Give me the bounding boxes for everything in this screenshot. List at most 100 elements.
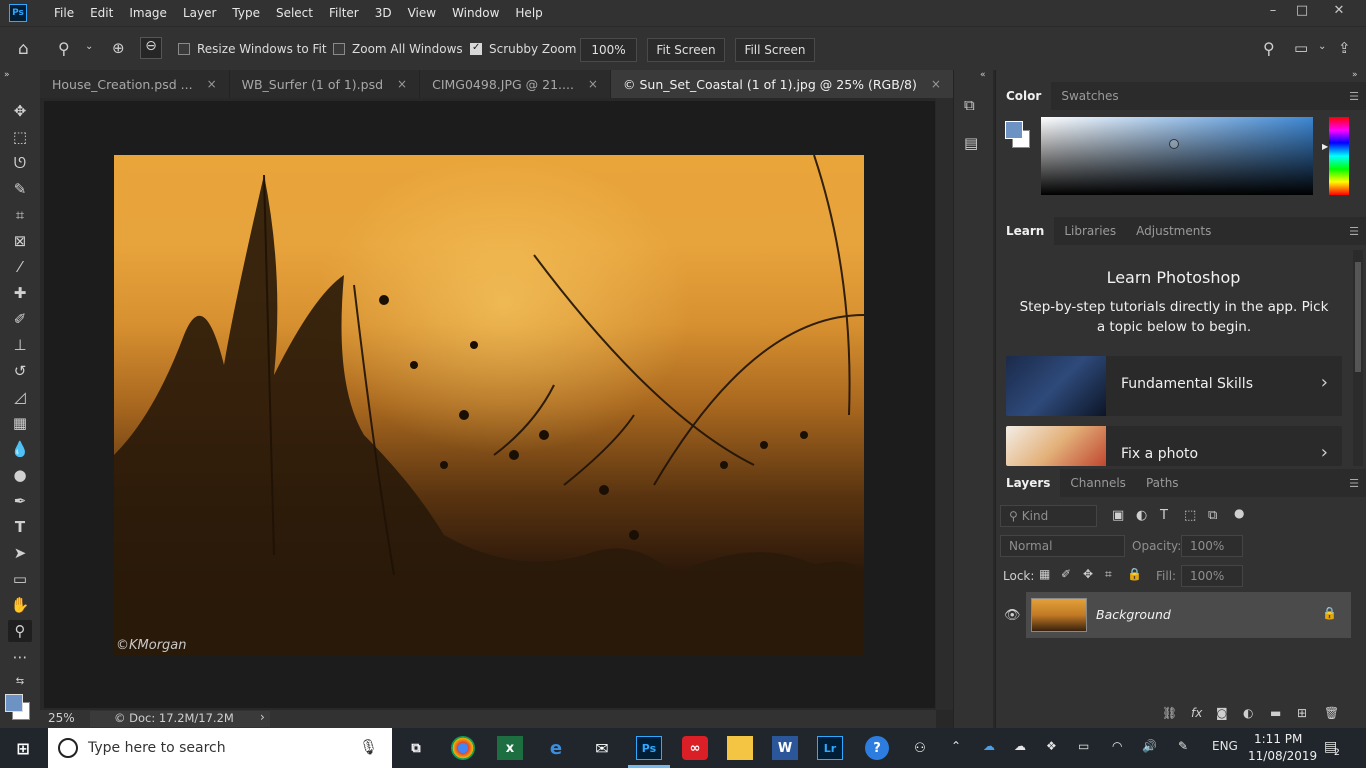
close-tab-icon[interactable]: × <box>588 77 598 91</box>
visibility-eye-icon[interactable]: 👁 <box>1004 608 1021 623</box>
filter-smart-object-icon[interactable]: ⧉ <box>1208 508 1217 523</box>
zoom-tool-icon[interactable]: ⚲ <box>8 620 32 642</box>
zoom-100-button[interactable]: 100% <box>580 38 637 62</box>
zoom-all-windows-checkbox[interactable] <box>333 43 345 55</box>
history-brush-tool-icon[interactable]: ↺ <box>8 360 32 382</box>
collapse-dock-icon[interactable]: » <box>1352 70 1358 80</box>
hand-tool-icon[interactable]: ✋ <box>8 594 32 616</box>
tab-wb-surfer[interactable]: WB_Surfer (1 of 1).psd × <box>229 70 421 98</box>
collapse-tools-icon[interactable]: » <box>4 70 10 80</box>
color-picker-field[interactable] <box>1041 117 1313 195</box>
pen-workspace-icon[interactable]: ✎ <box>1178 739 1188 753</box>
learn-scrollbar[interactable] <box>1353 250 1363 466</box>
excel-icon[interactable]: x <box>497 736 523 760</box>
close-button[interactable]: ✕ <box>1329 3 1349 18</box>
menu-image[interactable]: Image <box>121 6 175 20</box>
device-icon[interactable]: ▭ <box>1078 739 1089 753</box>
brush-tool-icon[interactable]: ✐ <box>8 308 32 330</box>
menu-layer[interactable]: Layer <box>175 6 224 20</box>
move-tool-icon[interactable]: ✥ <box>8 100 32 122</box>
menu-view[interactable]: View <box>400 6 444 20</box>
menu-window[interactable]: Window <box>444 6 507 20</box>
close-tab-icon[interactable]: × <box>397 77 407 91</box>
layer-row-background[interactable]: Background 🔒 <box>1026 592 1351 638</box>
microphone-icon[interactable]: 🎙 <box>359 738 378 756</box>
fill-field[interactable]: 100% <box>1181 565 1243 587</box>
dropbox-icon[interactable]: ❖ <box>1046 739 1057 753</box>
language-indicator[interactable]: ENG <box>1212 739 1238 753</box>
marquee-tool-icon[interactable]: ⬚ <box>8 126 32 148</box>
status-menu-arrow[interactable]: › <box>260 710 265 724</box>
lock-position-icon[interactable]: ✥ <box>1083 567 1093 581</box>
tab-cimg0498[interactable]: CIMG0498.JPG @ 21.... × <box>420 70 611 98</box>
tab-channels[interactable]: Channels <box>1060 469 1136 497</box>
minimize-button[interactable]: – <box>1263 3 1283 18</box>
rectangle-tool-icon[interactable]: ▭ <box>8 568 32 590</box>
frame-tool-icon[interactable]: ⊠ <box>8 230 32 252</box>
opacity-field[interactable]: 100% <box>1181 535 1243 557</box>
lock-all-icon[interactable]: 🔒 <box>1127 567 1142 581</box>
tray-expand-icon[interactable]: ⌃ <box>951 739 961 753</box>
tab-layers[interactable]: Layers <box>996 469 1061 497</box>
hue-slider[interactable] <box>1329 117 1349 195</box>
close-tab-icon[interactable]: × <box>931 77 941 91</box>
tab-libraries[interactable]: Libraries <box>1054 217 1126 245</box>
new-layer-icon[interactable]: ⊞ <box>1297 706 1307 720</box>
document-image[interactable]: ©KMorgan <box>114 155 864 655</box>
tab-learn[interactable]: Learn <box>996 217 1055 245</box>
lightroom-icon[interactable]: Lr <box>817 736 843 760</box>
zoom-in-icon[interactable]: ⊕ <box>112 39 125 57</box>
eyedropper-tool-icon[interactable]: ⁄ <box>8 256 32 278</box>
collapse-panels-icon[interactable]: « <box>980 70 986 80</box>
menu-filter[interactable]: Filter <box>321 6 367 20</box>
path-selection-tool-icon[interactable]: ➤ <box>8 542 32 564</box>
restore-button[interactable]: □ <box>1292 3 1312 18</box>
volume-icon[interactable]: 🔊 <box>1142 739 1157 753</box>
chrome-icon[interactable] <box>451 736 475 760</box>
tab-sun-set-coastal[interactable]: © Sun_Set_Coastal (1 of 1).jpg @ 25% (RG… <box>610 70 954 98</box>
edge-icon[interactable]: e <box>543 736 569 760</box>
zoom-out-icon[interactable]: ⊖ <box>140 37 162 59</box>
lock-artboard-icon[interactable]: ⌗ <box>1105 567 1112 582</box>
foreground-color-swatch[interactable] <box>5 694 23 712</box>
healing-brush-tool-icon[interactable]: ✚ <box>8 282 32 304</box>
workspace-icon[interactable]: ▭ <box>1294 39 1308 57</box>
panel-menu-icon[interactable]: ☰ <box>1349 90 1359 103</box>
zoom-level-field[interactable]: 25% <box>48 711 75 725</box>
share-icon[interactable]: ⇪ <box>1338 39 1351 57</box>
word-icon[interactable]: W <box>772 736 798 760</box>
filter-shape-icon[interactable]: ⬚ <box>1184 508 1196 523</box>
history-panel-icon[interactable]: ⧉ <box>964 96 975 114</box>
chevron-down-icon[interactable]: ⌄ <box>85 41 93 52</box>
filter-pixel-icon[interactable]: ▣ <box>1112 508 1124 523</box>
file-explorer-icon[interactable] <box>727 736 753 760</box>
taskbar-search-box[interactable]: Type here to search 🎙 <box>48 728 392 768</box>
layer-filter-kind[interactable]: ⚲ Kind <box>1000 505 1097 527</box>
clock-time[interactable]: 1:11 PM <box>1254 732 1302 746</box>
vertical-scrollbar[interactable] <box>936 98 953 710</box>
filter-type-icon[interactable]: T <box>1160 508 1168 523</box>
zoom-tool-preset-icon[interactable]: ⚲ <box>58 39 70 58</box>
layer-name[interactable]: Background <box>1096 607 1171 622</box>
learn-card-fundamental-skills[interactable]: Fundamental Skills › <box>1006 356 1342 416</box>
resize-windows-checkbox[interactable] <box>178 43 190 55</box>
color-picker-handle[interactable] <box>1169 139 1179 149</box>
learn-card-fix-a-photo[interactable]: Fix a photo › <box>1006 426 1342 466</box>
creative-cloud-icon[interactable]: ∞ <box>682 736 708 760</box>
pen-tool-icon[interactable]: ✒ <box>8 490 32 512</box>
lock-transparent-icon[interactable]: ▦ <box>1039 567 1050 581</box>
help-icon[interactable]: ? <box>865 736 889 760</box>
menu-edit[interactable]: Edit <box>82 6 121 20</box>
fill-screen-button[interactable]: Fill Screen <box>735 38 815 62</box>
menu-help[interactable]: Help <box>507 6 550 20</box>
search-icon[interactable]: ⚲ <box>1263 39 1275 58</box>
edit-toolbar-icon[interactable]: ⋯ <box>8 646 32 668</box>
cloud-sync-icon[interactable]: ☁ <box>1014 739 1026 753</box>
tab-color[interactable]: Color <box>996 82 1052 110</box>
add-mask-icon[interactable]: ◙ <box>1216 706 1228 720</box>
menu-select[interactable]: Select <box>268 6 321 20</box>
crop-tool-icon[interactable]: ⌗ <box>8 204 32 226</box>
blend-mode-select[interactable]: Normal <box>1000 535 1125 557</box>
tab-adjustments[interactable]: Adjustments <box>1126 217 1221 245</box>
new-group-icon[interactable]: ▬ <box>1270 706 1281 720</box>
